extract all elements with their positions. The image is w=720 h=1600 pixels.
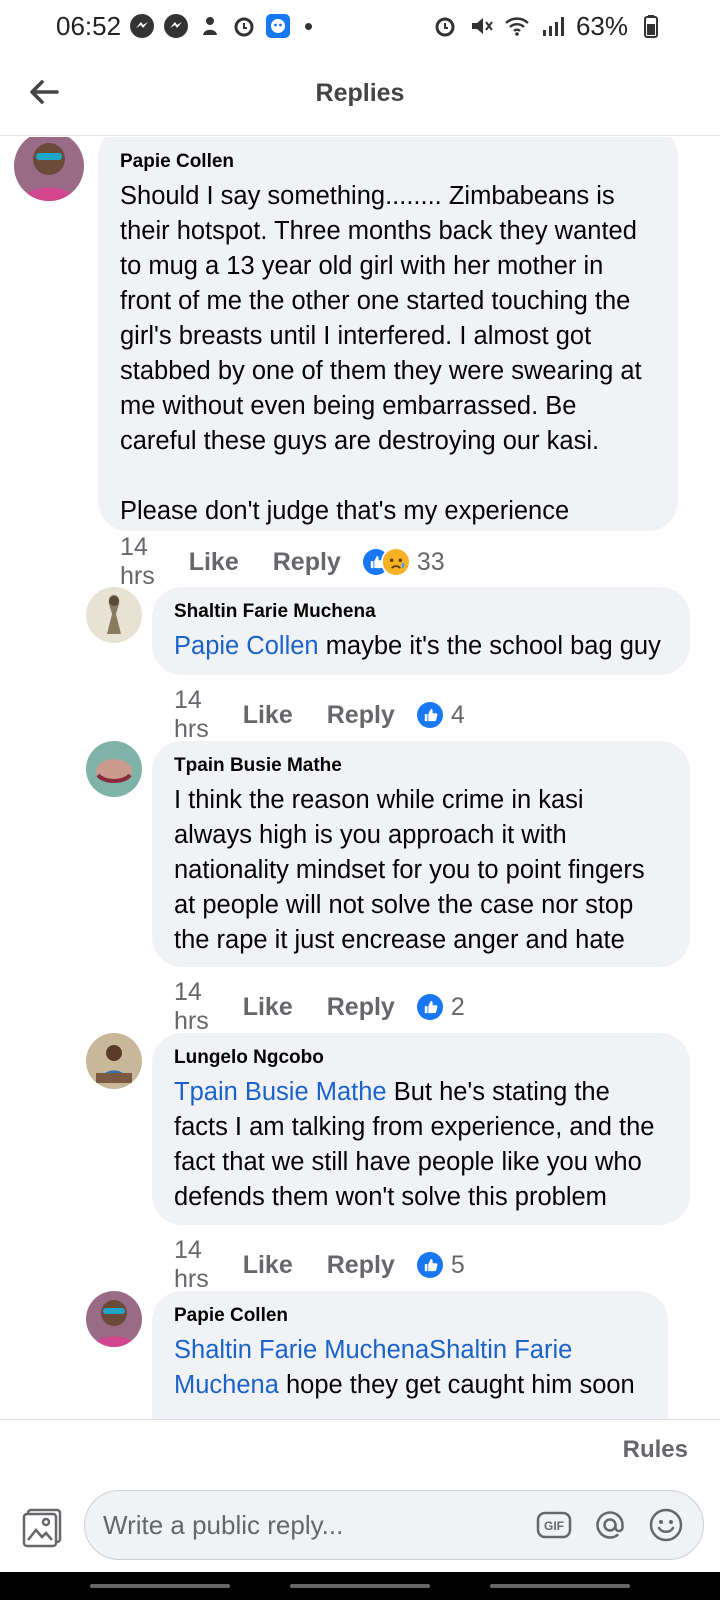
like-icon: [414, 1250, 445, 1280]
comment-text: Shaltin Farie MuchenaShaltin Farie Muche…: [174, 1333, 646, 1403]
photo-icon: [22, 1508, 62, 1548]
comment-time[interactable]: 14 hrs: [174, 686, 209, 744]
mute-icon: [468, 13, 494, 39]
avatar[interactable]: [86, 587, 142, 643]
app-notification-icon: [197, 13, 223, 39]
sad-icon: [380, 547, 411, 577]
comment-author[interactable]: Papie Collen: [174, 1305, 646, 1327]
comment-actions: 14 hrs Like Reply 5: [174, 1236, 465, 1294]
emoji-icon: [649, 1508, 683, 1542]
comment-author[interactable]: Lungelo Ngcobo: [174, 1047, 668, 1069]
nav-back-handle[interactable]: [490, 1584, 630, 1588]
comment-author[interactable]: Shaltin Farie Muchena: [174, 601, 668, 623]
back-button[interactable]: [24, 72, 64, 112]
svg-text:GIF: GIF: [544, 1519, 564, 1533]
divider: [0, 1419, 720, 1420]
avatar[interactable]: [86, 1291, 142, 1347]
reply-input[interactable]: [103, 1509, 517, 1541]
status-time: 06:52: [56, 10, 122, 41]
comment-body: maybe it's the school bag guy: [318, 632, 661, 660]
comment-text: Should I say something........ Zimbabean…: [120, 182, 642, 525]
replies-feed[interactable]: Papie Collen Should I say something.....…: [0, 137, 720, 1419]
alarm-icon: [231, 13, 257, 39]
reactions[interactable]: 2: [414, 992, 465, 1022]
reactions[interactable]: 4: [414, 700, 465, 730]
comment-time[interactable]: 14 hrs: [120, 533, 155, 591]
comment-bubble[interactable]: Papie Collen Shaltin Farie MuchenaShalti…: [152, 1291, 668, 1419]
more-notifications-dot: [305, 22, 313, 30]
mention-button[interactable]: [591, 1506, 629, 1544]
reply-button[interactable]: Reply: [273, 548, 341, 577]
reactions[interactable]: 5: [414, 1250, 465, 1280]
reaction-count: 33: [416, 547, 445, 576]
reply-composer: GIF: [0, 1488, 720, 1568]
battery-percent: 63%: [575, 10, 628, 41]
comment-time[interactable]: 14 hrs: [174, 978, 209, 1036]
reply-button[interactable]: Reply: [327, 701, 395, 730]
gif-button[interactable]: GIF: [535, 1506, 573, 1544]
comment-body: hope they get caught him soon: [278, 1371, 635, 1399]
battery-icon: [638, 13, 664, 39]
avatar[interactable]: [86, 741, 142, 797]
at-icon: [596, 1511, 624, 1539]
reactions[interactable]: 33: [360, 547, 445, 577]
mention-link[interactable]: Papie Collen: [174, 632, 319, 660]
reaction-count: 2: [450, 992, 465, 1021]
like-button[interactable]: Like: [243, 1251, 293, 1280]
reply-button[interactable]: Reply: [327, 1251, 395, 1280]
comment-bubble[interactable]: Lungelo Ngcobo Tpain Busie Mathe But he'…: [152, 1033, 690, 1225]
comment-text: Tpain Busie Mathe But he's stating the f…: [174, 1075, 668, 1215]
messenger-icon: [163, 13, 189, 39]
like-icon: [414, 700, 445, 730]
status-bar: 06:52 63%: [0, 0, 720, 52]
messenger-icon: [129, 13, 155, 39]
nav-recents-handle[interactable]: [90, 1584, 230, 1588]
reply-button[interactable]: Reply: [327, 993, 395, 1022]
back-arrow-icon: [30, 80, 59, 104]
comment-bubble[interactable]: Tpain Busie Mathe I think the reason whi…: [152, 741, 690, 967]
wifi-icon: [504, 13, 530, 39]
nav-home-handle[interactable]: [290, 1584, 430, 1588]
reply-input-box[interactable]: GIF: [84, 1490, 704, 1560]
comment-actions: 14 hrs Like Reply 33: [120, 533, 445, 591]
comment-actions: 14 hrs Like Reply 2: [174, 978, 465, 1036]
comment-bubble[interactable]: Papie Collen Should I say something.....…: [98, 137, 678, 531]
like-button[interactable]: Like: [189, 548, 239, 577]
mention-link[interactable]: Tpain Busie Mathe: [174, 1078, 387, 1106]
reaction-count: 5: [450, 1250, 465, 1279]
avatar[interactable]: [14, 137, 84, 201]
like-button[interactable]: Like: [243, 701, 293, 730]
system-nav-bar: [0, 1572, 720, 1600]
app-badge-icon: [265, 13, 291, 39]
reaction-count: 4: [450, 700, 465, 729]
comment-actions: 14 hrs Like Reply 4: [174, 686, 465, 744]
emoji-button[interactable]: [647, 1506, 685, 1544]
comment-text: Papie Collen maybe it's the school bag g…: [174, 629, 668, 664]
like-button[interactable]: Like: [243, 993, 293, 1022]
avatar[interactable]: [86, 1033, 142, 1089]
comment-text: I think the reason while crime in kasi a…: [174, 786, 652, 954]
gif-icon: GIF: [536, 1511, 572, 1539]
like-icon: [414, 992, 445, 1022]
page-title: Replies: [315, 79, 405, 107]
alarm-icon: [432, 13, 458, 39]
comment-author[interactable]: Tpain Busie Mathe: [174, 755, 668, 777]
rules-link[interactable]: Rules: [623, 1436, 688, 1464]
signal-icon: [540, 13, 566, 39]
add-photo-button[interactable]: [22, 1506, 64, 1548]
comment-time[interactable]: 14 hrs: [174, 1236, 209, 1294]
app-header: Replies: [0, 52, 720, 136]
comment-bubble[interactable]: Shaltin Farie Muchena Papie Collen maybe…: [152, 587, 690, 675]
comment-author[interactable]: Papie Collen: [120, 151, 656, 173]
